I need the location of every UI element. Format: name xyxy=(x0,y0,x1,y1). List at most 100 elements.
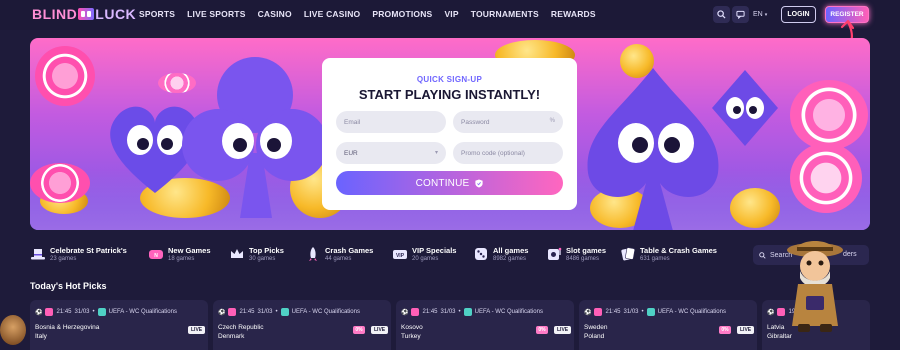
email-field[interactable]: Email xyxy=(336,111,446,133)
match-card-header: ⚽ 21:45 31/03 • UEFA - WC Qualifications xyxy=(35,308,177,316)
hot-picks-heading: Today's Hot Picks xyxy=(30,281,107,291)
percent-badge: 0% xyxy=(536,326,548,334)
percent-badge: 0% xyxy=(353,326,365,334)
category-vip-specials[interactable]: VIP VIP Specials 20 games xyxy=(392,243,477,269)
password-field[interactable]: Password % xyxy=(453,111,563,133)
top-navigation-bar: BLIND LUCK SPORTS LIVE SPORTS CASINO LIV… xyxy=(0,0,900,56)
poker-chip-icon xyxy=(790,143,862,213)
team-away: Poland xyxy=(584,333,605,340)
new-badge-icon: N xyxy=(149,250,163,259)
category-name: Celebrate St Patrick's xyxy=(50,246,127,255)
category-all-games[interactable]: All games 8982 games xyxy=(473,243,553,269)
nav-link-live-sports[interactable]: LIVE SPORTS xyxy=(187,9,245,19)
logo-text-right: LUCK xyxy=(95,6,137,22)
poker-chip-icon xyxy=(35,46,95,106)
signup-title: START PLAYING INSTANTLY! xyxy=(358,87,541,102)
search-icon xyxy=(759,251,766,259)
category-count: 631 games xyxy=(640,256,670,262)
language-selector[interactable]: EN ▾ xyxy=(753,6,775,23)
quick-signup-form: QUICK SIGN-UP START PLAYING INSTANTLY! E… xyxy=(322,58,577,210)
odds-boost-icon xyxy=(594,308,603,316)
category-count: 44 games xyxy=(325,256,352,262)
team-away: Turkey xyxy=(401,333,421,340)
league-name: UEFA - WC Qualifications xyxy=(474,309,543,315)
email-placeholder: Email xyxy=(344,118,361,126)
nav-link-casino[interactable]: CASINO xyxy=(258,9,292,19)
league-flag-icon xyxy=(97,308,106,316)
logo-dice-icon xyxy=(78,8,95,20)
dot-separator: • xyxy=(275,309,278,315)
league-flag-icon xyxy=(463,308,472,316)
match-card-header: ⚽ 21:45 31/03 • UEFA - WC Qualifications xyxy=(218,308,360,316)
league-name: UEFA - WC Qualifications xyxy=(291,309,360,315)
hat-icon xyxy=(31,249,45,260)
match-time: 21:45 xyxy=(56,309,72,315)
currency-select[interactable]: EUR ▾ xyxy=(336,142,446,164)
live-badge: LIVE xyxy=(188,326,206,334)
live-badge: LIVE xyxy=(554,326,572,334)
category-count: 18 games xyxy=(168,256,195,262)
match-time: 21:45 xyxy=(422,309,438,315)
nav-link-promotions[interactable]: PROMOTIONS xyxy=(372,9,432,19)
match-card-header: ⚽ 21:45 31/03 • UEFA - WC Qualifications xyxy=(584,308,726,316)
category-name: VIP Specials xyxy=(412,246,457,255)
nav-link-live-casino[interactable]: LIVE CASINO xyxy=(304,9,361,19)
continue-button[interactable]: CONTINUE xyxy=(336,171,563,195)
team-home: Sweden xyxy=(584,324,608,331)
signup-subtitle: QUICK SIGN-UP xyxy=(416,75,483,84)
odds-boost-icon xyxy=(45,308,54,316)
team-home: Kosovo xyxy=(401,324,423,331)
vip-icon: VIP xyxy=(393,250,407,259)
league-flag-icon xyxy=(280,308,289,316)
category-name: Crash Games xyxy=(325,246,374,255)
dice-icon xyxy=(475,248,487,260)
spade-character-icon xyxy=(587,68,719,230)
nav-link-sports[interactable]: SPORTS xyxy=(139,9,175,19)
dot-separator: • xyxy=(92,309,95,315)
category-celebrate-st-patricks[interactable]: Celebrate St Patrick's 23 games xyxy=(30,243,140,269)
match-date: 31/03 xyxy=(74,309,90,315)
league-flag-icon xyxy=(646,308,655,316)
category-name: Top Picks xyxy=(249,246,284,255)
category-count: 8982 games xyxy=(493,256,527,262)
diamond-character-icon xyxy=(712,70,778,146)
odds-boost-icon xyxy=(411,308,420,316)
match-card[interactable]: ⚽ 21:45 31/03 • UEFA - WC Qualifications… xyxy=(396,300,574,350)
rocket-icon xyxy=(309,247,317,261)
category-slot-games[interactable]: Slot games 8486 games xyxy=(546,243,626,269)
soccer-ball-icon: ⚽ xyxy=(401,309,409,316)
match-card[interactable]: ⚽ 21:45 31/03 • UEFA - WC Qualifications… xyxy=(579,300,757,350)
category-crash-games[interactable]: Crash Games 44 games xyxy=(305,243,390,269)
nav-link-vip[interactable]: VIP xyxy=(444,9,458,19)
brand-logo[interactable]: BLIND LUCK xyxy=(32,6,136,22)
promo-code-field[interactable]: Promo code (optional) xyxy=(453,142,563,164)
live-badge: LIVE xyxy=(371,326,389,334)
match-card[interactable]: ⚽ 21:45 31/03 • UEFA - WC Qualifications… xyxy=(30,300,208,350)
currency-value: EUR xyxy=(344,149,358,157)
continue-label: CONTINUE xyxy=(415,177,470,189)
dot-separator: • xyxy=(641,309,644,315)
language-label: EN xyxy=(753,11,763,18)
league-name: UEFA - WC Qualifications xyxy=(108,309,177,315)
nav-link-tournaments[interactable]: TOURNAMENTS xyxy=(471,9,539,19)
main-nav-links: SPORTS LIVE SPORTS CASINO LIVE CASINO PR… xyxy=(139,9,596,19)
support-avatar-icon[interactable] xyxy=(0,315,26,345)
soccer-ball-icon: ⚽ xyxy=(767,309,775,316)
category-table-crash-games[interactable]: Table & Crash Games 631 games xyxy=(620,243,740,269)
team-away: Italy xyxy=(35,333,47,340)
category-count: 30 games xyxy=(249,256,276,262)
category-name: Slot games xyxy=(566,246,607,255)
match-card[interactable]: ⚽ 21:45 31/03 • UEFA - WC Qualifications… xyxy=(213,300,391,350)
chat-icon[interactable] xyxy=(732,6,749,23)
shield-icon xyxy=(475,179,484,187)
soccer-ball-icon: ⚽ xyxy=(35,309,43,316)
category-top-picks[interactable]: Top Picks 30 games xyxy=(229,243,309,269)
category-name: New Games xyxy=(168,246,211,255)
show-password-icon[interactable]: % xyxy=(550,118,555,124)
nav-link-rewards[interactable]: REWARDS xyxy=(551,9,596,19)
category-new-games[interactable]: N New Games 18 games xyxy=(148,243,228,269)
search-icon[interactable] xyxy=(713,6,730,23)
detective-mascot-icon xyxy=(787,241,843,332)
login-button[interactable]: LOGIN xyxy=(781,6,816,23)
game-category-strip: Celebrate St Patrick's 23 games N New Ga… xyxy=(30,243,750,269)
